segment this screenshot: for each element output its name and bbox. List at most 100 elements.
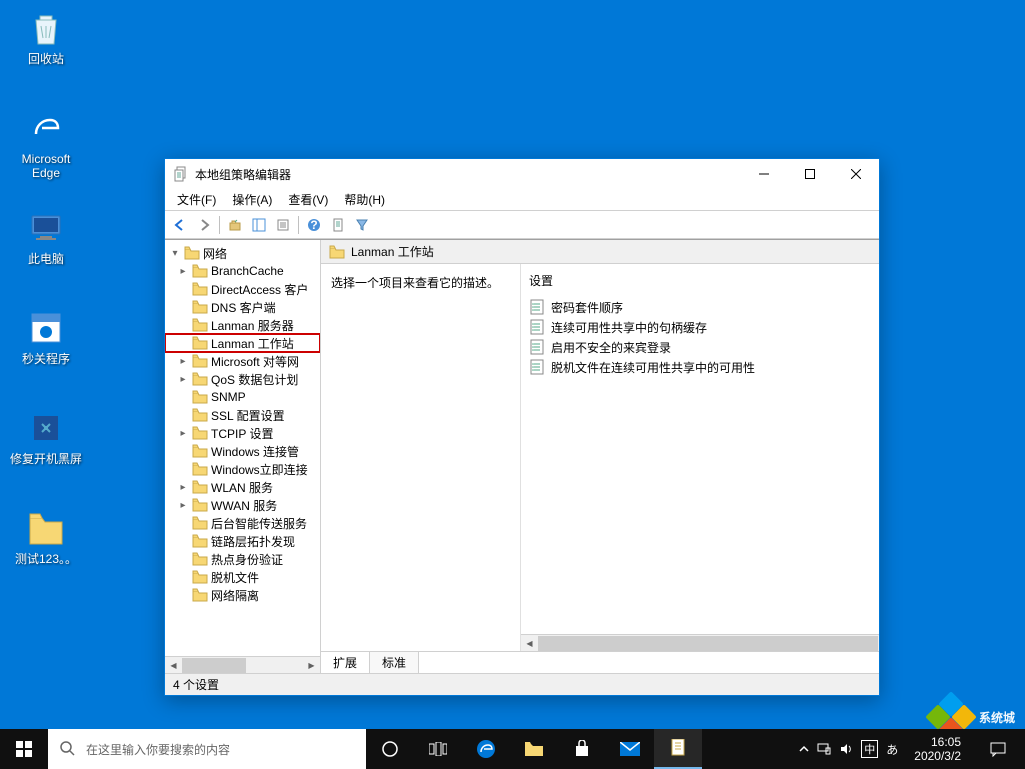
forward-button[interactable] [193,214,215,236]
taskbar-gpedit[interactable] [654,729,702,769]
tab-standard[interactable]: 标准 [370,652,419,673]
tray-date: 2020/3/2 [914,749,961,763]
menu-action[interactable]: 操作(A) [224,189,280,210]
tree-item[interactable]: ▸QoS 数据包计划 [165,370,320,388]
setting-item[interactable]: 密码套件顺序 [521,297,879,317]
setting-item[interactable]: 脱机文件在连续可用性共享中的可用性 [521,357,879,377]
tree-item[interactable]: ▸ WWAN 服务 [165,496,320,514]
start-button[interactable] [0,729,48,769]
taskbar-explorer[interactable] [510,729,558,769]
desktop-icon-edge[interactable]: Microsoft Edge [8,108,84,180]
folder-icon [192,354,208,368]
tree-item[interactable]: 网络隔离 [165,586,320,604]
tray-clock[interactable]: 16:05 2020/3/2 [906,735,969,763]
tree-label: 脱机文件 [211,569,259,586]
watermark-text: 系统城 [979,709,1015,726]
tray-ime[interactable]: 中 [861,740,878,758]
cortana-button[interactable] [366,729,414,769]
tree-item[interactable]: DirectAccess 客户 [165,280,320,298]
menu-help[interactable]: 帮助(H) [336,189,393,210]
tray-chevron-icon[interactable] [799,744,809,754]
gpedit-window: 本地组策略编辑器 文件(F) 操作(A) 查看(V) 帮助(H) ? ▾网络▸B… [164,158,880,696]
edge-icon [26,108,66,148]
repair-boot-icon [26,408,66,448]
folder-icon [192,462,208,476]
tray-time: 16:05 [914,735,961,749]
tree-item[interactable]: SNMP [165,388,320,406]
tree-label: Lanman 工作站 [211,335,294,352]
tree-item[interactable]: ▸WLAN 服务 [165,478,320,496]
action-center-button[interactable] [977,729,1019,769]
folder-icon [192,426,208,440]
task-view-button[interactable] [414,729,462,769]
setting-item[interactable]: 启用不安全的来宾登录 [521,337,879,357]
tray-volume-icon[interactable] [839,742,853,756]
taskbar-mail[interactable] [606,729,654,769]
tree-label: WWAN 服务 [211,497,277,514]
menu-file[interactable]: 文件(F) [169,189,224,210]
taskbar-store[interactable] [558,729,606,769]
properties-button[interactable] [272,214,294,236]
close-button[interactable] [833,159,879,189]
up-button[interactable] [224,214,246,236]
desktop-icon-this-pc[interactable]: 此电脑 [8,208,84,266]
tree-root[interactable]: ▾网络 [165,244,320,262]
tree-item[interactable]: Windows 连接管 [165,442,320,460]
test-folder-icon [26,508,66,548]
setting-icon [529,359,545,375]
taskbar-edge[interactable] [462,729,510,769]
tree-item[interactable]: ▸BranchCache [165,262,320,280]
svg-text:?: ? [310,218,317,232]
expander-icon[interactable]: ▸ [177,482,189,493]
tray-network-icon[interactable] [817,742,831,756]
detail-horizontal-scrollbar[interactable]: ◀ ▶ [521,634,879,651]
tree-label: Windows立即连接 [211,461,308,478]
tab-extended[interactable]: 扩展 [321,652,370,673]
settings-column: 设置 密码套件顺序连续可用性共享中的句柄缓存启用不安全的来宾登录脱机文件在连续可… [521,264,879,651]
tree-label: DNS 客户端 [211,299,276,316]
folder-icon [192,282,208,296]
tree-item[interactable]: Windows立即连接 [165,460,320,478]
tree-item[interactable]: ▸ TCPIP 设置 [165,424,320,442]
tree-label: Microsoft 对等网 [211,353,299,370]
desktop-icon-recycle-bin[interactable]: 回收站 [8,8,84,66]
tree-item[interactable]: 链路层拓扑发现 [165,532,320,550]
maximize-button[interactable] [787,159,833,189]
minimize-button[interactable] [741,159,787,189]
back-button[interactable] [169,214,191,236]
tree-label: SNMP [211,390,246,404]
statusbar: 4 个设置 [165,673,879,695]
tree-item[interactable]: SSL 配置设置 [165,406,320,424]
tree-label: Lanman 服务器 [211,317,294,334]
tree-item[interactable]: 后台智能传送服务 [165,514,320,532]
desktop-icon-test-folder[interactable]: 测试123。。 [8,508,84,566]
tree-item[interactable]: 热点身份验证 [165,550,320,568]
desktop-icon-label: 秒关程序 [8,352,84,366]
tree-item[interactable]: DNS 客户端 [165,298,320,316]
tree-item[interactable]: ▸ Microsoft 对等网 [165,352,320,370]
tree-horizontal-scrollbar[interactable]: ◀ ▶ [165,656,320,673]
filter-button[interactable] [351,214,373,236]
help-button[interactable]: ? [303,214,325,236]
folder-icon [192,570,208,584]
expander-icon[interactable]: ▸ [177,428,189,439]
desktop-icon-sec-close[interactable]: 秒关程序 [8,308,84,366]
view-tabs: 扩展 标准 [321,651,879,673]
menu-view[interactable]: 查看(V) [280,189,336,210]
tree-item[interactable]: Lanman 服务器 [165,316,320,334]
expander-icon[interactable]: ▸ [177,500,189,511]
policy-button[interactable] [327,214,349,236]
tree-item[interactable]: Lanman 工作站 [165,334,320,352]
titlebar[interactable]: 本地组策略编辑器 [165,159,879,189]
expander-icon[interactable]: ▸ [177,356,189,367]
folder-icon [192,588,208,602]
expander-icon[interactable]: ▸ [177,374,189,385]
desktop-icon-repair-boot[interactable]: 修复开机黑屏 [8,408,84,466]
setting-item[interactable]: 连续可用性共享中的句柄缓存 [521,317,879,337]
tray-ime2[interactable]: あ [886,741,898,758]
tree-item[interactable]: 脱机文件 [165,568,320,586]
show-hide-tree-button[interactable] [248,214,270,236]
search-box[interactable]: 在这里输入你要搜索的内容 [48,729,366,769]
expander-icon[interactable]: ▸ [177,266,189,277]
tree-label: TCPIP 设置 [211,425,273,442]
